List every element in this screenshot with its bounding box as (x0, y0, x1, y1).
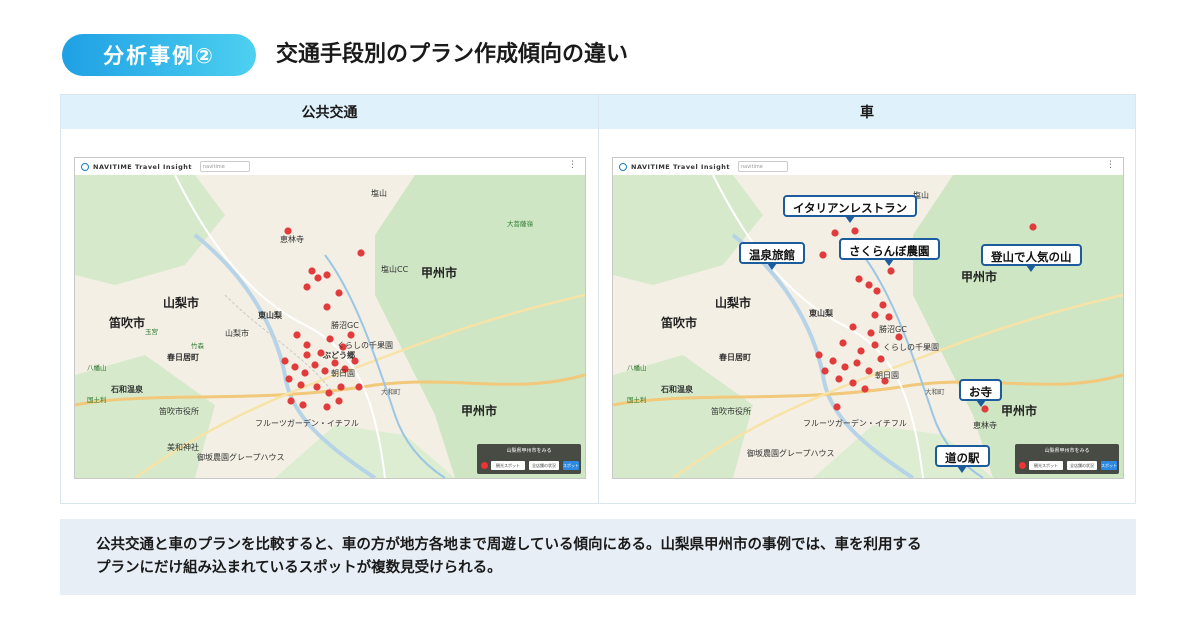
map-label: フルーツガーデン・イチフル (255, 419, 359, 428)
map-label: くらしの千果園 (337, 341, 393, 350)
store-status-button[interactable]: 全店舗の状況 (1067, 461, 1097, 470)
map-label: 山梨市 (225, 329, 249, 338)
map-label-city: 甲州市 (961, 270, 998, 284)
map-label: 御坂農園グレープハウス (747, 449, 835, 458)
column-header-car: 車 (599, 95, 1135, 129)
map-label: 塩山 (371, 189, 387, 198)
map-label: 笛吹市役所 (159, 407, 199, 416)
map-label: 石和温泉 (661, 385, 693, 394)
app-name: NAVITIME Travel Insight (93, 162, 192, 171)
map-label: 竹森 (191, 342, 204, 350)
info-panel: 山梨県甲州市をみる 観光スポット 全店舗の状況 スポット (1015, 444, 1119, 474)
summary-line-2: プランにだけ組み込まれているスポットが複数見受けられる。 (96, 560, 502, 576)
map-label-city: 笛吹市 (109, 316, 146, 330)
callout-temple: お寺 (959, 379, 1002, 407)
map-label: 大菩薩嶺 (507, 220, 533, 228)
map-label: フルーツガーデン・イチフル (803, 419, 907, 428)
map-label-city: 山梨市 (715, 296, 752, 310)
map-label-city: 山梨市 (163, 296, 200, 310)
map-label-city: 甲州市 (1001, 404, 1038, 418)
spot-button[interactable]: スポット (1101, 461, 1117, 470)
column-header-public-transit: 公共交通 (61, 95, 599, 129)
map-label: 八幡山 (627, 364, 647, 372)
app-bar: NAVITIME Travel Insight navitime ⋮ (75, 158, 585, 176)
map-label: 笛吹市役所 (711, 407, 751, 416)
navitime-logo-icon (619, 162, 627, 171)
spot-button[interactable]: スポット (563, 461, 579, 470)
record-icon[interactable] (481, 462, 488, 469)
map-label: 恵林寺 (280, 235, 304, 244)
more-menu-icon[interactable]: ⋮ (568, 160, 577, 170)
map-label: 春日居町 (719, 353, 751, 362)
info-panel: 山梨県甲州市をみる 観光スポット 全店舗の状況 スポット (477, 444, 581, 474)
map-label: 東山梨 (258, 311, 282, 320)
comparison-panel: 公共交通 車 NAVITIME Travel Insight navitime … (60, 94, 1136, 504)
map-label: 玉宮 (145, 328, 158, 336)
map-label: 東山梨 (809, 309, 833, 318)
callout-italian-restaurant: イタリアンレストラン (783, 195, 918, 223)
map-label-city: 甲州市 (421, 266, 458, 280)
info-panel-title: 山梨県甲州市をみる (1044, 448, 1090, 454)
case-badge: 分析事例② (62, 34, 256, 76)
summary-line-1: 公共交通と車のプランを比較すると、車の方が地方各地まで周遊している傾向にある。山… (96, 537, 922, 553)
search-input[interactable]: navitime (199, 161, 250, 172)
map-label: 八幡山 (87, 364, 107, 372)
callout-popular-mountain: 登山で人気の山 (981, 244, 1082, 272)
map-label: ぶどう郷 (323, 351, 355, 360)
callout-onsen-ryokan: 温泉旅館 (739, 242, 805, 270)
callout-cherry-farm: さくらんぼ農園 (839, 238, 940, 266)
map-label: 朝日園 (331, 369, 355, 378)
navitime-logo-icon (81, 162, 89, 171)
map-label: 大和町 (925, 388, 945, 396)
more-menu-icon[interactable]: ⋮ (1106, 160, 1115, 170)
map-label: 朝日園 (875, 371, 899, 380)
map-window-car: NAVITIME Travel Insight navitime ⋮ 山梨市 笛… (612, 157, 1124, 479)
tourist-spot-button[interactable]: 観光スポット (1029, 461, 1063, 470)
map-window-public-transit: NAVITIME Travel Insight navitime ⋮ 恵林寺 山… (74, 157, 586, 479)
callout-roadside-station: 道の駅 (935, 445, 990, 473)
map-label-city: 甲州市 (461, 404, 498, 418)
map-label-city: 笛吹市 (661, 316, 698, 330)
map-label: 国土利 (627, 396, 647, 404)
store-status-button[interactable]: 全店舗の状況 (529, 461, 559, 470)
record-icon[interactable] (1019, 462, 1026, 469)
column-divider (598, 129, 599, 503)
map-label: 国土利 (87, 396, 107, 404)
tourist-spot-button[interactable]: 観光スポット (491, 461, 525, 470)
map-label: 塩山CC (381, 265, 409, 274)
map-label: 美和神社 (167, 443, 199, 452)
map-label: くらしの千果園 (883, 343, 939, 352)
map-label: 大和町 (381, 388, 401, 396)
map-label: 恵林寺 (973, 421, 997, 430)
map-label: 石和温泉 (111, 385, 143, 394)
map-label: 春日居町 (167, 353, 199, 362)
map-label: 勝沼GC (331, 321, 359, 330)
page-title: 交通手段別のプラン作成傾向の違い (276, 42, 629, 67)
app-bar: NAVITIME Travel Insight navitime ⋮ (613, 158, 1123, 176)
info-panel-title: 山梨県甲州市をみる (506, 448, 552, 454)
search-input[interactable]: navitime (737, 161, 788, 172)
app-name: NAVITIME Travel Insight (631, 162, 730, 171)
summary-box: 公共交通と車のプランを比較すると、車の方が地方各地まで周遊している傾向にある。山… (60, 519, 1136, 595)
map-label: 勝沼GC (879, 325, 907, 334)
map-label: 御坂農園グレープハウス (197, 453, 285, 462)
